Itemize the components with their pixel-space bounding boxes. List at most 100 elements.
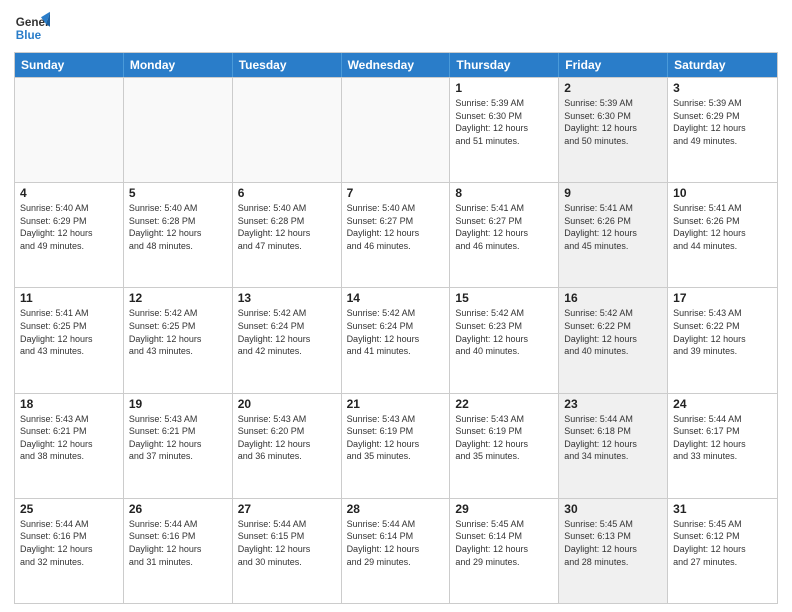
header-cell-monday: Monday	[124, 53, 233, 77]
calendar-cell: 18Sunrise: 5:43 AM Sunset: 6:21 PM Dayli…	[15, 394, 124, 498]
calendar-cell: 1 Sunrise: 5:39 AM Sunset: 6:30 PM Daylig…	[450, 78, 559, 182]
calendar-cell: 23 Sunrise: 5:44 AM Sunset: 6:18 PM Dayli…	[559, 394, 668, 498]
day-info: Sunrise: 5:44 AM Sunset: 6:18 PM Dayligh…	[564, 413, 662, 463]
day-info: Sunrise: 5:45 AM Sunset: 6:14 PM Dayligh…	[455, 518, 553, 568]
day-number: 20	[238, 397, 336, 411]
day-info: Sunrise: 5:42 AM Sunset: 6:25 PM Dayligh…	[129, 307, 227, 357]
day-info: Sunrise: 5:44 AM Sunset: 6:16 PM Dayligh…	[20, 518, 118, 568]
header-cell-sunday: Sunday	[15, 53, 124, 77]
calendar-cell: 30 Sunrise: 5:45 AM Sunset: 6:13 PM Dayli…	[559, 499, 668, 603]
day-number: 8	[455, 186, 553, 200]
day-number: 4	[20, 186, 118, 200]
day-info: Sunrise: 5:43 AM Sunset: 6:20 PM Dayligh…	[238, 413, 336, 463]
header-cell-saturday: Saturday	[668, 53, 777, 77]
day-info: Sunrise: 5:43 AM Sunset: 6:19 PM Dayligh…	[347, 413, 445, 463]
day-number: 25	[20, 502, 118, 516]
day-number: 12	[129, 291, 227, 305]
day-number: 23	[564, 397, 662, 411]
day-info: Sunrise: 5:40 AM Sunset: 6:28 PM Dayligh…	[238, 202, 336, 252]
day-number: 21	[347, 397, 445, 411]
calendar-cell: 24 Sunrise: 5:44 AM Sunset: 6:17 PM Dayli…	[668, 394, 777, 498]
calendar-cell: 7 Sunrise: 5:40 AM Sunset: 6:27 PM Daylig…	[342, 183, 451, 287]
calendar-cell: 11 Sunrise: 5:41 AM Sunset: 6:25 PM Dayli…	[15, 288, 124, 392]
calendar-cell: 13 Sunrise: 5:42 AM Sunset: 6:24 PM Dayli…	[233, 288, 342, 392]
day-info: Sunrise: 5:45 AM Sunset: 6:13 PM Dayligh…	[564, 518, 662, 568]
calendar-cell: 3Sunrise: 5:39 AM Sunset: 6:29 PM Daylig…	[668, 78, 777, 182]
calendar-cell: 21 Sunrise: 5:43 AM Sunset: 6:19 PM Dayli…	[342, 394, 451, 498]
header-cell-friday: Friday	[559, 53, 668, 77]
calendar-cell	[124, 78, 233, 182]
calendar: SundayMondayTuesdayWednesdayThursdayFrid…	[14, 52, 778, 604]
day-number: 16	[564, 291, 662, 305]
day-info: Sunrise: 5:39 AM Sunset: 6:30 PM Dayligh…	[455, 97, 553, 147]
calendar-cell: 9 Sunrise: 5:41 AM Sunset: 6:26 PM Daylig…	[559, 183, 668, 287]
page: General Blue SundayMondayTuesdayWednesda…	[0, 0, 792, 612]
day-number: 31	[673, 502, 772, 516]
day-number: 10	[673, 186, 772, 200]
calendar-row-0: 1 Sunrise: 5:39 AM Sunset: 6:30 PM Daylig…	[15, 77, 777, 182]
day-info: Sunrise: 5:40 AM Sunset: 6:27 PM Dayligh…	[347, 202, 445, 252]
calendar-cell: 8 Sunrise: 5:41 AM Sunset: 6:27 PM Daylig…	[450, 183, 559, 287]
day-info: Sunrise: 5:39 AM Sunset: 6:30 PM Dayligh…	[564, 97, 662, 147]
calendar-cell: 6 Sunrise: 5:40 AM Sunset: 6:28 PM Daylig…	[233, 183, 342, 287]
day-info: Sunrise: 5:44 AM Sunset: 6:15 PM Dayligh…	[238, 518, 336, 568]
day-info: Sunrise: 5:45 AM Sunset: 6:12 PM Dayligh…	[673, 518, 772, 568]
day-info: Sunrise: 5:40 AM Sunset: 6:28 PM Dayligh…	[129, 202, 227, 252]
day-info: Sunrise: 5:41 AM Sunset: 6:25 PM Dayligh…	[20, 307, 118, 357]
day-number: 18	[20, 397, 118, 411]
calendar-row-4: 25 Sunrise: 5:44 AM Sunset: 6:16 PM Dayli…	[15, 498, 777, 603]
day-number: 14	[347, 291, 445, 305]
day-number: 15	[455, 291, 553, 305]
day-number: 9	[564, 186, 662, 200]
day-number: 24	[673, 397, 772, 411]
calendar-cell	[15, 78, 124, 182]
calendar-cell: 10Sunrise: 5:41 AM Sunset: 6:26 PM Dayli…	[668, 183, 777, 287]
calendar-cell	[342, 78, 451, 182]
logo: General Blue	[14, 10, 44, 46]
calendar-cell: 4 Sunrise: 5:40 AM Sunset: 6:29 PM Daylig…	[15, 183, 124, 287]
day-number: 29	[455, 502, 553, 516]
calendar-row-1: 4 Sunrise: 5:40 AM Sunset: 6:29 PM Daylig…	[15, 182, 777, 287]
day-number: 1	[455, 81, 553, 95]
day-info: Sunrise: 5:42 AM Sunset: 6:22 PM Dayligh…	[564, 307, 662, 357]
day-info: Sunrise: 5:42 AM Sunset: 6:24 PM Dayligh…	[238, 307, 336, 357]
header: General Blue	[14, 10, 778, 46]
calendar-cell: 26 Sunrise: 5:44 AM Sunset: 6:16 PM Dayli…	[124, 499, 233, 603]
day-info: Sunrise: 5:44 AM Sunset: 6:16 PM Dayligh…	[129, 518, 227, 568]
day-info: Sunrise: 5:41 AM Sunset: 6:27 PM Dayligh…	[455, 202, 553, 252]
svg-text:Blue: Blue	[16, 29, 42, 42]
calendar-cell: 16 Sunrise: 5:42 AM Sunset: 6:22 PM Dayli…	[559, 288, 668, 392]
day-info: Sunrise: 5:42 AM Sunset: 6:24 PM Dayligh…	[347, 307, 445, 357]
calendar-cell: 17 Sunrise: 5:43 AM Sunset: 6:22 PM Dayli…	[668, 288, 777, 392]
day-number: 17	[673, 291, 772, 305]
day-number: 3	[673, 81, 772, 95]
header-cell-tuesday: Tuesday	[233, 53, 342, 77]
day-number: 2	[564, 81, 662, 95]
calendar-cell: 28Sunrise: 5:44 AM Sunset: 6:14 PM Dayli…	[342, 499, 451, 603]
day-number: 30	[564, 502, 662, 516]
calendar-cell: 12 Sunrise: 5:42 AM Sunset: 6:25 PM Dayli…	[124, 288, 233, 392]
day-info: Sunrise: 5:44 AM Sunset: 6:14 PM Dayligh…	[347, 518, 445, 568]
calendar-cell: 5 Sunrise: 5:40 AM Sunset: 6:28 PM Daylig…	[124, 183, 233, 287]
day-number: 5	[129, 186, 227, 200]
calendar-cell: 27Sunrise: 5:44 AM Sunset: 6:15 PM Dayli…	[233, 499, 342, 603]
calendar-cell: 19Sunrise: 5:43 AM Sunset: 6:21 PM Dayli…	[124, 394, 233, 498]
day-info: Sunrise: 5:44 AM Sunset: 6:17 PM Dayligh…	[673, 413, 772, 463]
calendar-cell: 2 Sunrise: 5:39 AM Sunset: 6:30 PM Daylig…	[559, 78, 668, 182]
calendar-row-3: 18 Sunrise: 5:43 AM Sunset: 6:21 PM Dayli…	[15, 393, 777, 498]
day-number: 7	[347, 186, 445, 200]
day-number: 6	[238, 186, 336, 200]
day-number: 11	[20, 291, 118, 305]
day-info: Sunrise: 5:40 AM Sunset: 6:29 PM Dayligh…	[20, 202, 118, 252]
day-info: Sunrise: 5:43 AM Sunset: 6:22 PM Dayligh…	[673, 307, 772, 357]
day-number: 13	[238, 291, 336, 305]
day-info: Sunrise: 5:43 AM Sunset: 6:19 PM Dayligh…	[455, 413, 553, 463]
day-number: 26	[129, 502, 227, 516]
header-cell-wednesday: Wednesday	[342, 53, 451, 77]
calendar-cell: 29 Sunrise: 5:45 AM Sunset: 6:14 PM Dayli…	[450, 499, 559, 603]
logo-icon: General Blue	[14, 10, 50, 46]
day-info: Sunrise: 5:41 AM Sunset: 6:26 PM Dayligh…	[564, 202, 662, 252]
day-info: Sunrise: 5:42 AM Sunset: 6:23 PM Dayligh…	[455, 307, 553, 357]
day-info: Sunrise: 5:43 AM Sunset: 6:21 PM Dayligh…	[129, 413, 227, 463]
calendar-cell	[233, 78, 342, 182]
